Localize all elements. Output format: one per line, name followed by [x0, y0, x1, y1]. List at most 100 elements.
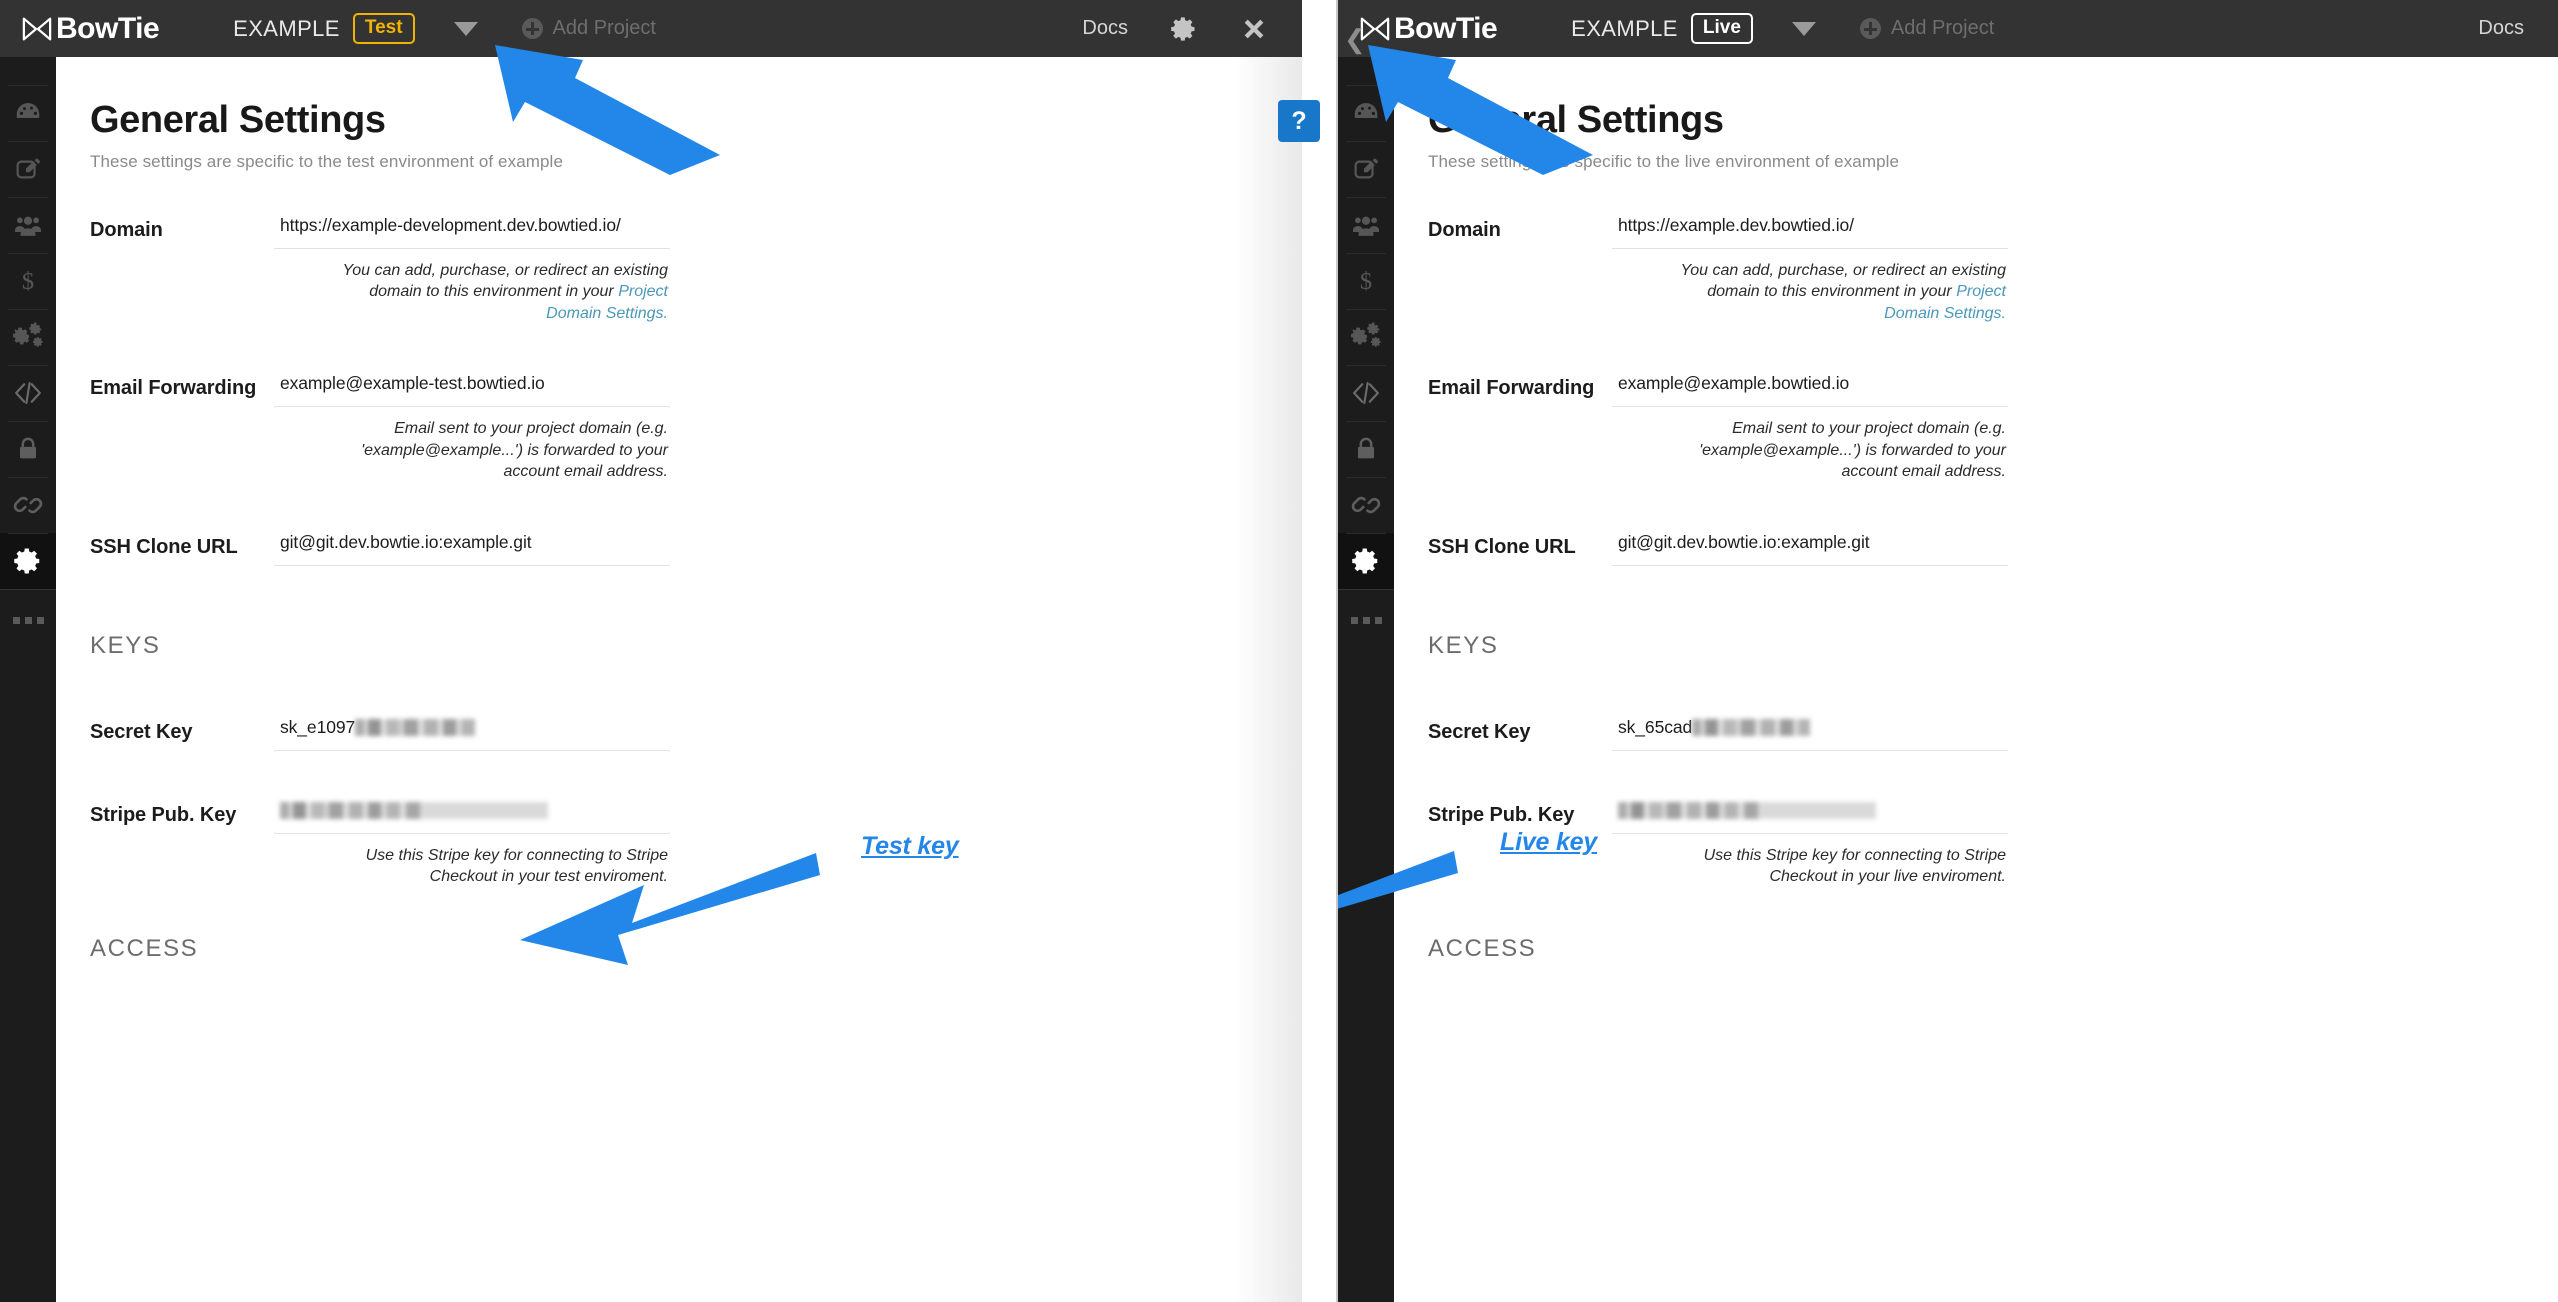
screenshot-root: BowTie EXAMPLE Test Add Project Docs $ G…: [0, 0, 2558, 1302]
sidebar-item-editor[interactable]: [0, 141, 56, 197]
row-field[interactable]: example@example.bowtied.io Email sent to…: [1612, 364, 2008, 482]
brand-logo[interactable]: BowTie: [1360, 13, 1498, 44]
row-field[interactable]: Use this Stripe key for connecting to St…: [1612, 791, 2008, 888]
sidebar-item-code[interactable]: [0, 365, 56, 421]
row-field[interactable]: sk_e1097: [274, 708, 670, 751]
lock-icon: [1357, 437, 1375, 459]
row-field[interactable]: https://example-development.dev.bowtied.…: [274, 206, 670, 324]
email-forwarding-value[interactable]: example@example.bowtied.io: [1612, 364, 2008, 406]
redacted-secret-key: [1692, 718, 1811, 736]
ellipsis-icon: [12, 616, 44, 624]
dollar-sign-icon: $: [22, 268, 34, 295]
ssh-clone-url-value[interactable]: git@git.dev.bowtie.io:example.git: [274, 523, 670, 565]
sidebar-item-dashboard[interactable]: [0, 85, 56, 141]
field-underline: [274, 749, 670, 751]
row-field[interactable]: git@git.dev.bowtie.io:example.git: [274, 523, 670, 566]
sidebar-item-security[interactable]: [1338, 421, 1394, 477]
stripe-pub-key-value[interactable]: [1612, 791, 2008, 833]
email-forwarding-value[interactable]: example@example-test.bowtied.io: [274, 364, 670, 406]
sidebar-item-editor[interactable]: [1338, 141, 1394, 197]
add-project-button[interactable]: Add Project: [1859, 17, 1994, 40]
sidebar-item-settings[interactable]: [0, 533, 56, 589]
redacted-secret-key: [355, 718, 476, 736]
secret-key-value[interactable]: sk_65cad: [1612, 708, 2008, 750]
annotation-label-test-key: Test key: [861, 832, 959, 860]
row-field[interactable]: Use this Stripe key for connecting to St…: [274, 791, 670, 888]
sidebar-item-dashboard[interactable]: [1338, 85, 1394, 141]
page-edge-fade: [1190, 57, 1302, 1302]
add-project-label: Add Project: [552, 17, 656, 39]
project-switcher-live[interactable]: EXAMPLE Live: [1571, 13, 1816, 44]
sidebar-item-integrations[interactable]: [0, 309, 56, 365]
sidebar-item-links[interactable]: [1338, 477, 1394, 533]
add-project-button[interactable]: Add Project: [521, 17, 656, 40]
back-chevron-icon[interactable]: ❮: [1344, 24, 1366, 55]
panel-test-environment: BowTie EXAMPLE Test Add Project Docs $ G…: [0, 0, 1302, 1302]
setting-row-domain: Domain https://example-development.dev.b…: [90, 206, 1302, 324]
row-label: Email Forwarding: [90, 377, 257, 400]
sidebar-item-more[interactable]: [0, 590, 56, 650]
sidebar-item-integrations[interactable]: [1338, 309, 1394, 365]
sidebar-item-more[interactable]: [1338, 590, 1394, 650]
sidebar-item-billing[interactable]: $: [1338, 253, 1394, 309]
sidebar-item-links[interactable]: [0, 477, 56, 533]
gear-icon[interactable]: [1170, 15, 1198, 43]
environment-badge[interactable]: Test: [352, 13, 415, 44]
domain-value[interactable]: https://example.dev.bowtied.io/: [1612, 206, 2008, 248]
brand-logo[interactable]: BowTie: [22, 13, 160, 44]
setting-row-stripe-pub-key: Stripe Pub. Key Use this Stripe key for …: [90, 791, 1302, 888]
page-title: General Settings: [90, 99, 386, 141]
help-bubble-button[interactable]: ?: [1278, 100, 1320, 142]
dashboard-gauge-icon: [1354, 103, 1378, 118]
topbar-actions-test: Docs: [1082, 15, 1268, 43]
topbar-actions-live: Docs: [2478, 17, 2524, 40]
project-switcher-test[interactable]: EXAMPLE Test: [233, 13, 478, 44]
section-heading-access: ACCESS: [90, 935, 199, 963]
secret-key-value[interactable]: sk_e1097: [274, 708, 670, 750]
docs-link[interactable]: Docs: [2478, 17, 2524, 40]
sidebar-item-security[interactable]: [0, 421, 56, 477]
sidebar-item-code[interactable]: [1338, 365, 1394, 421]
setting-row-ssh-clone-url: SSH Clone URL git@git.dev.bowtie.io:exam…: [90, 523, 1302, 566]
help-bubble-glyph: ?: [1291, 106, 1307, 135]
docs-link[interactable]: Docs: [1082, 17, 1128, 40]
gears-icon: [1351, 322, 1381, 347]
sidebar-item-users[interactable]: [1338, 197, 1394, 253]
row-field[interactable]: git@git.dev.bowtie.io:example.git: [1612, 523, 2008, 566]
gear-icon: [1352, 548, 1378, 574]
users-group-icon: [1353, 216, 1379, 236]
domain-value[interactable]: https://example-development.dev.bowtied.…: [274, 206, 670, 248]
row-label: SSH Clone URL: [90, 535, 238, 558]
settings-rows-live: Domain https://example.dev.bowtied.io/ Y…: [1428, 206, 2558, 964]
ssh-clone-url-value[interactable]: git@git.dev.bowtie.io:example.git: [1612, 523, 2008, 565]
setting-row-secret-key: Secret Key sk_65cad: [1428, 708, 2558, 751]
sidebar-live: $: [1338, 57, 1394, 1302]
row-field[interactable]: https://example.dev.bowtied.io/ You can …: [1612, 206, 2008, 324]
sidebar-item-billing[interactable]: $: [0, 253, 56, 309]
chevron-down-icon[interactable]: [1791, 21, 1816, 36]
row-label: Domain: [90, 218, 163, 241]
section-heading-keys: KEYS: [1428, 631, 1499, 659]
sidebar-item-settings[interactable]: [1338, 533, 1394, 589]
row-label: Secret Key: [90, 720, 193, 743]
page-subtitle: These settings are specific to the test …: [90, 151, 563, 171]
row-label: Email Forwarding: [1428, 377, 1595, 400]
edit-pencil-icon: [16, 158, 40, 178]
row-field[interactable]: sk_65cad: [1612, 708, 2008, 751]
stripe-pub-key-help: Use this Stripe key for connecting to St…: [1703, 846, 2006, 885]
secret-key-prefix: sk_65cad: [1618, 716, 1693, 737]
stripe-pub-key-value[interactable]: [274, 791, 670, 833]
setting-row-stripe-pub-key: Stripe Pub. Key Use this Stripe key for …: [1428, 791, 2558, 888]
content-live: General Settings These settings are spec…: [1394, 57, 2558, 1302]
project-name-label: EXAMPLE: [1571, 15, 1678, 41]
chevron-down-icon[interactable]: [453, 21, 478, 36]
field-underline: [274, 564, 670, 566]
setting-row-email-forwarding: Email Forwarding example@example-test.bo…: [90, 364, 1302, 482]
close-icon[interactable]: [1240, 15, 1268, 43]
row-field[interactable]: example@example-test.bowtied.io Email se…: [274, 364, 670, 482]
environment-badge[interactable]: Live: [1690, 13, 1753, 44]
dollar-sign-icon: $: [1360, 268, 1372, 295]
sidebar-item-users[interactable]: [0, 197, 56, 253]
